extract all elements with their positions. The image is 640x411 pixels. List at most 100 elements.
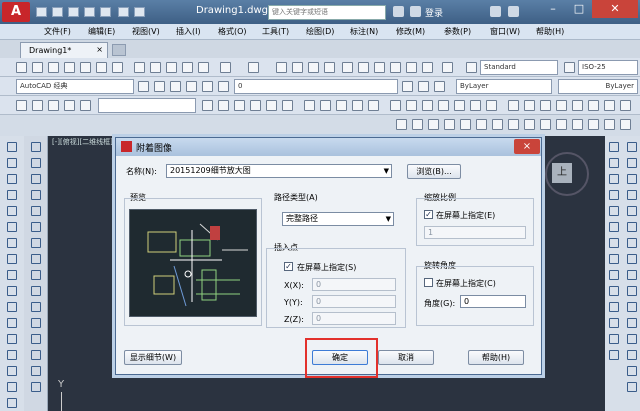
section-icon[interactable] <box>524 100 535 111</box>
snap-endpoint-icon[interactable] <box>609 158 619 168</box>
rotate-icon[interactable] <box>31 238 41 248</box>
search-input[interactable]: 键入关键字或短语 <box>268 5 386 20</box>
dim-linear-icon[interactable] <box>396 119 407 130</box>
view-left-icon[interactable] <box>352 100 363 111</box>
zoom-dynamic-icon[interactable] <box>627 286 637 296</box>
quick-dim-icon[interactable] <box>524 119 535 130</box>
viewport-controls-label[interactable]: [-][俯视][二维线框] <box>52 137 113 147</box>
offset-icon[interactable] <box>31 190 41 200</box>
help-button[interactable]: 帮助(H) <box>468 350 524 365</box>
zoom-realtime-icon[interactable] <box>292 62 303 73</box>
angle-input[interactable]: 0 <box>460 295 526 308</box>
workspace-select[interactable]: AutoCAD 经典 <box>16 79 134 94</box>
new-icon[interactable] <box>36 7 47 17</box>
zoom-all-icon[interactable] <box>627 206 637 216</box>
dim-angular-icon[interactable] <box>508 119 519 130</box>
insert-block-icon[interactable] <box>7 318 17 328</box>
block-editor-icon[interactable] <box>198 62 209 73</box>
cut-icon[interactable] <box>134 62 145 73</box>
visual-style-icon[interactable] <box>16 100 27 111</box>
join-icon[interactable] <box>31 334 41 344</box>
user-icon[interactable] <box>410 6 421 17</box>
snap-intersection-icon[interactable] <box>609 190 619 200</box>
redo-tb-icon[interactable] <box>248 62 259 73</box>
help-icon[interactable] <box>508 6 519 17</box>
union-icon[interactable] <box>454 100 465 111</box>
qnew-icon[interactable] <box>16 62 27 73</box>
zoom-out-icon[interactable] <box>627 190 637 200</box>
menu-modify[interactable]: 修改(M) <box>396 26 425 37</box>
dim-arc-icon[interactable] <box>428 119 439 130</box>
menu-draw[interactable]: 绘图(D) <box>306 26 334 37</box>
snap-center-icon[interactable] <box>609 206 619 216</box>
ucs-icon-tool[interactable] <box>627 334 637 344</box>
region-icon[interactable] <box>7 398 17 408</box>
color-select[interactable]: ByLayer <box>456 79 552 94</box>
3d-print-icon[interactable] <box>112 62 123 73</box>
layer-properties-icon[interactable] <box>154 81 165 92</box>
slice-icon[interactable] <box>508 100 519 111</box>
lightbulb-icon[interactable] <box>170 81 181 92</box>
dim-baseline-icon[interactable] <box>540 119 551 130</box>
quickcalc-icon[interactable] <box>422 62 433 73</box>
new-tab-button[interactable] <box>112 44 126 56</box>
match-prop-icon[interactable] <box>182 62 193 73</box>
snap-midpoint-icon[interactable] <box>609 174 619 184</box>
menu-help[interactable]: 帮助(H) <box>536 26 564 37</box>
named-views-icon[interactable] <box>627 318 637 328</box>
zoom-previous-icon[interactable] <box>324 62 335 73</box>
layer-select[interactable]: 0 <box>234 79 398 94</box>
viewport-icon[interactable] <box>627 158 637 168</box>
construction-line-icon[interactable] <box>7 158 17 168</box>
gradient-icon[interactable] <box>7 382 17 392</box>
dim-diameter-icon[interactable] <box>492 119 503 130</box>
path-type-select[interactable]: 完整路径 ▼ <box>282 212 394 226</box>
sweep-icon[interactable] <box>422 100 433 111</box>
cancel-button[interactable]: 取消 <box>378 350 434 365</box>
linetype-select[interactable]: ByLayer <box>558 79 638 94</box>
rotation-specify-checkbox[interactable] <box>424 278 433 287</box>
snap-parallel-icon[interactable] <box>609 270 619 280</box>
publish-icon[interactable] <box>96 62 107 73</box>
close-window-button[interactable]: ✕ <box>592 0 638 18</box>
save-file-icon[interactable] <box>48 62 59 73</box>
stretch-icon[interactable] <box>31 270 41 280</box>
fly-icon[interactable] <box>588 100 599 111</box>
tool-palettes-icon[interactable] <box>374 62 385 73</box>
preview-icon[interactable] <box>80 62 91 73</box>
break-icon[interactable] <box>31 318 41 328</box>
light-icon[interactable] <box>556 100 567 111</box>
zoom-center-icon[interactable] <box>627 270 637 280</box>
rectangle-icon[interactable] <box>7 206 17 216</box>
undo-tb-icon[interactable] <box>220 62 231 73</box>
layer-color-icon[interactable] <box>218 81 229 92</box>
undo-icon[interactable] <box>118 7 129 17</box>
visual-style-select[interactable] <box>98 98 196 113</box>
sheet-set-icon[interactable] <box>390 62 401 73</box>
dim-continue-icon[interactable] <box>556 119 567 130</box>
zoom-scale-icon[interactable] <box>627 254 637 264</box>
snap-none-icon[interactable] <box>609 334 619 344</box>
regen-icon[interactable] <box>627 302 637 312</box>
dialog-close-button[interactable]: × <box>514 139 540 154</box>
polyline-icon[interactable] <box>7 174 17 184</box>
paste-icon[interactable] <box>166 62 177 73</box>
extrude-icon[interactable] <box>390 100 401 111</box>
properties-icon[interactable] <box>342 62 353 73</box>
realistic-icon[interactable] <box>64 100 75 111</box>
arc-icon[interactable] <box>7 222 17 232</box>
text-style-select[interactable]: Standard <box>480 60 558 75</box>
hatch-icon[interactable] <box>7 366 17 376</box>
object-snap-icon[interactable] <box>609 142 619 152</box>
show-details-button[interactable]: 显示细节(W) <box>124 350 182 365</box>
dim-aligned-icon[interactable] <box>412 119 423 130</box>
tab-drawing1[interactable]: Drawing1* × <box>20 42 108 58</box>
save-icon[interactable] <box>68 7 79 17</box>
y-input[interactable]: 0 <box>312 295 396 308</box>
scale-input[interactable]: 1 <box>424 226 526 239</box>
conceptual-icon[interactable] <box>80 100 91 111</box>
dim-radius-icon[interactable] <box>460 119 471 130</box>
layer-previous-icon[interactable] <box>418 81 429 92</box>
center-mark-icon[interactable] <box>620 119 631 130</box>
open-icon[interactable] <box>52 7 63 17</box>
